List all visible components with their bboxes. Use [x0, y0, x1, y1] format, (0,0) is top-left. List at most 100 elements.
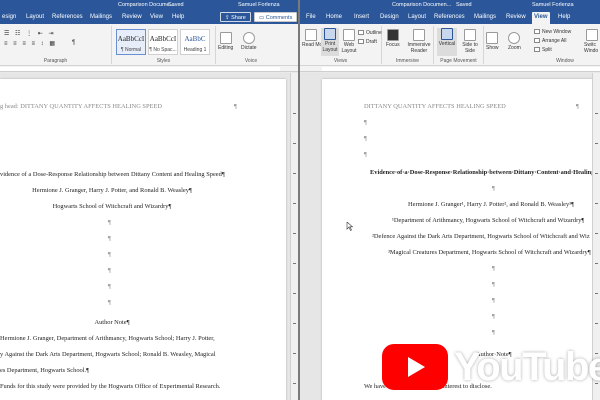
- arrange-all-button[interactable]: Arrange All: [534, 38, 566, 45]
- empty-paragraph: ¶: [492, 265, 495, 272]
- editing-group: Editing: [216, 26, 238, 64]
- paper-authors: Hermione J. Granger, Harry J. Potter, an…: [32, 187, 192, 194]
- paper-title: vidence of a Dose-Response Relationship …: [0, 171, 225, 178]
- affiliation-1: ¹Department of Arithmancy, Hogwarts Scho…: [392, 217, 585, 224]
- ribbon: Read Mode Print Layout Web Layout Outlin…: [300, 24, 600, 66]
- author-note-line: Funds for this study were provided by th…: [0, 383, 221, 390]
- document-area[interactable]: g head: DITTANY QUANTITY AFFECTS HEALING…: [0, 73, 298, 400]
- author-note-heading: Author Note¶: [94, 319, 130, 326]
- paragraph-group-label: Paragraph: [43, 58, 68, 64]
- style-no-spacing[interactable]: AaBbCcI ¶ No Spac...: [148, 29, 178, 55]
- empty-paragraph: ¶: [108, 235, 111, 242]
- author-note-line: y Against the Dark Arts Department, Hogw…: [0, 351, 216, 358]
- tab-view[interactable]: View: [148, 13, 165, 22]
- side-to-side-button[interactable]: Side to Side: [459, 29, 481, 54]
- page-number-mark: ¶: [234, 103, 237, 110]
- tab-layout[interactable]: Layout: [24, 13, 46, 22]
- share-button[interactable]: ⇪ Share: [220, 12, 251, 22]
- empty-paragraph: ¶: [364, 151, 367, 158]
- author-note-line: es Department, Hogwarts School.¶: [0, 367, 89, 374]
- empty-paragraph: ¶: [108, 251, 111, 258]
- tab-view[interactable]: View: [532, 12, 550, 24]
- document-page[interactable]: g head: DITTANY QUANTITY AFFECTS HEALING…: [0, 79, 286, 400]
- affiliation-3: ³Magical Creatures Department, Hogwarts …: [388, 249, 591, 256]
- user-name[interactable]: Samuel Forlenza: [532, 0, 574, 10]
- youtube-watermark: YouTube: [382, 344, 600, 390]
- paragraph-group: ☰ ☷ ⋮ ⇤ ⇥ ≡ ≡ ≡ ≡ ↕ ▦ ¶ Paragraph: [0, 26, 112, 64]
- side-pages-icon: [464, 29, 476, 41]
- editing-button[interactable]: Editing: [218, 32, 233, 51]
- magnifier-icon: [508, 32, 521, 44]
- split-button[interactable]: Split: [534, 47, 552, 54]
- voice-group-label: Voice: [244, 58, 258, 64]
- right-word-window: Comparison Documen... Saved Samuel Forle…: [300, 0, 600, 400]
- draft-button[interactable]: Draft: [358, 39, 377, 46]
- user-name[interactable]: Samuel Forlenza: [238, 0, 280, 10]
- youtube-play-icon: [382, 344, 448, 390]
- window-title: Comparison Documen...: [392, 2, 452, 8]
- pilcrow-toggle-icon[interactable]: ¶: [72, 40, 77, 46]
- paper-title: Evidence·of·a·Dose-Response·Relationship…: [370, 169, 597, 176]
- arrange-icon: [534, 38, 540, 43]
- show-button[interactable]: Show: [486, 32, 499, 51]
- new-window-button[interactable]: New Window: [534, 29, 571, 36]
- empty-paragraph: ¶: [492, 297, 495, 304]
- tab-file[interactable]: File: [304, 13, 318, 22]
- page-movement-group-label: Page Movement: [440, 58, 477, 64]
- window-title: Comparison Docume...: [118, 2, 175, 8]
- ribbon-tabs: esign Layout References Mailings Review …: [0, 10, 298, 24]
- empty-paragraph: ¶: [108, 219, 111, 226]
- list-buttons[interactable]: ☰ ☷ ⋮ ⇤ ⇥: [4, 30, 55, 37]
- style-heading-1[interactable]: AaBbC Heading 1: [180, 29, 210, 55]
- tab-references[interactable]: References: [50, 13, 85, 22]
- outline-icon: [358, 30, 364, 35]
- empty-paragraph: ¶: [108, 267, 111, 274]
- empty-paragraph: ¶: [492, 185, 495, 192]
- align-buttons[interactable]: ≡ ≡ ≡ ≡ ↕ ▦: [4, 40, 57, 47]
- tab-references[interactable]: References: [432, 13, 467, 22]
- empty-paragraph: ¶: [108, 299, 111, 306]
- empty-paragraph: ¶: [108, 283, 111, 290]
- split-icon: [534, 47, 540, 52]
- youtube-wordmark: YouTube: [454, 345, 600, 389]
- tab-design[interactable]: esign: [0, 13, 18, 22]
- immersive-reader-button[interactable]: Immersive Reader: [406, 29, 432, 54]
- comments-button[interactable]: ▭ Comments: [254, 12, 298, 22]
- vertical-ruler: [290, 73, 298, 400]
- style-normal[interactable]: AaBbCcI ¶ Normal: [116, 29, 146, 55]
- tab-insert[interactable]: Insert: [352, 13, 371, 22]
- tab-review[interactable]: Review: [504, 13, 528, 22]
- title-bar: Comparison Docume... Saved Samuel Forlen…: [0, 0, 298, 10]
- read-mode-button[interactable]: Read Mode: [302, 29, 328, 48]
- outline-button[interactable]: Outline: [358, 30, 382, 37]
- tab-review[interactable]: Review: [120, 13, 144, 22]
- left-word-window: Comparison Docume... Saved Samuel Forlen…: [0, 0, 298, 400]
- show-icon: [486, 32, 499, 44]
- ribbon-tabs: File Home Insert Design Layout Reference…: [300, 10, 600, 24]
- web-layout-button[interactable]: Web Layout: [340, 29, 358, 54]
- focus-button[interactable]: Focus: [386, 29, 400, 48]
- ribbon: ☰ ☷ ⋮ ⇤ ⇥ ≡ ≡ ≡ ≡ ↕ ▦ ¶ Paragraph AaBbCc…: [0, 24, 298, 66]
- microphone-icon: [242, 32, 255, 44]
- book-icon: [305, 29, 317, 41]
- voice-group: Dictate Voice: [238, 26, 264, 64]
- running-head: DITTANY QUANTITY AFFECTS HEALING SPEED: [364, 103, 506, 110]
- new-window-icon: [534, 29, 540, 34]
- text-cursor-icon: [346, 222, 353, 231]
- tab-layout[interactable]: Layout: [406, 13, 428, 22]
- tab-home[interactable]: Home: [324, 13, 344, 22]
- tab-design[interactable]: Design: [378, 13, 401, 22]
- vertical-button[interactable]: Vertical: [437, 28, 457, 56]
- vertical-pages-icon: [441, 28, 453, 40]
- tab-help[interactable]: Help: [170, 13, 186, 22]
- switch-windows-button[interactable]: Switc Windo: [584, 29, 600, 54]
- saved-status: Saved: [168, 2, 184, 8]
- tab-mailings[interactable]: Mailings: [472, 13, 498, 22]
- dictate-button[interactable]: Dictate: [241, 32, 257, 51]
- tab-help[interactable]: Help: [556, 13, 572, 22]
- immersive-group-label: Immersive: [395, 58, 420, 64]
- zoom-button[interactable]: Zoom: [508, 32, 521, 51]
- tab-mailings[interactable]: Mailings: [88, 13, 114, 22]
- print-layout-button[interactable]: Print Layout: [321, 28, 339, 56]
- empty-paragraph: ¶: [364, 135, 367, 142]
